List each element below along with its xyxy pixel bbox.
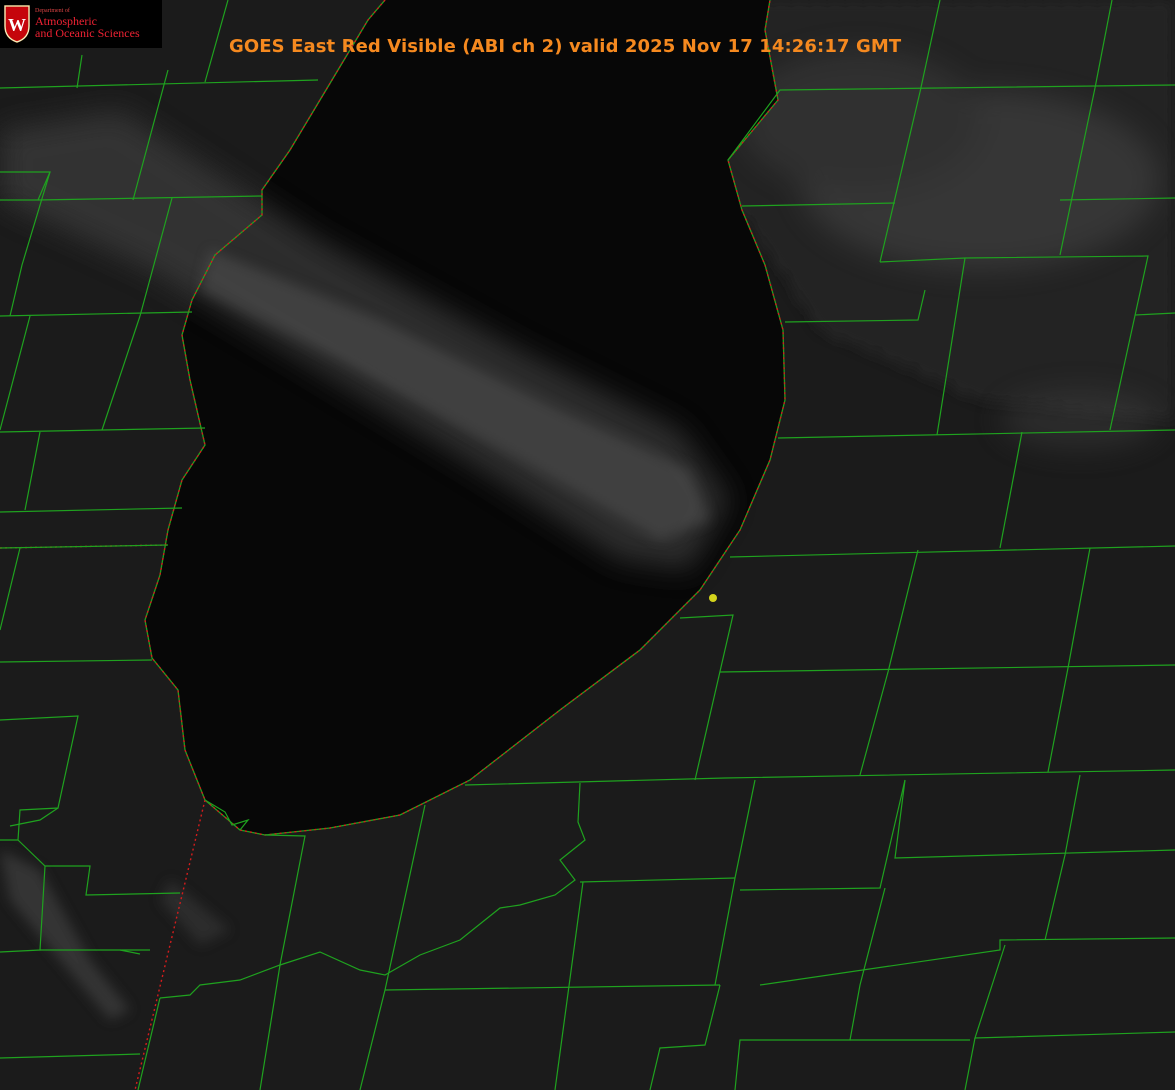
uw-aos-logo: W Department of Atmospheric and Oceanic … — [0, 0, 162, 48]
crest-icon: W — [4, 5, 30, 43]
logo-line-2: and Oceanic Sciences — [35, 26, 140, 41]
satellite-map — [0, 0, 1175, 1090]
map-title: GOES East Red Visible (ABI ch 2) valid 2… — [229, 36, 902, 57]
svg-text:W: W — [8, 15, 26, 35]
location-marker — [709, 594, 717, 602]
